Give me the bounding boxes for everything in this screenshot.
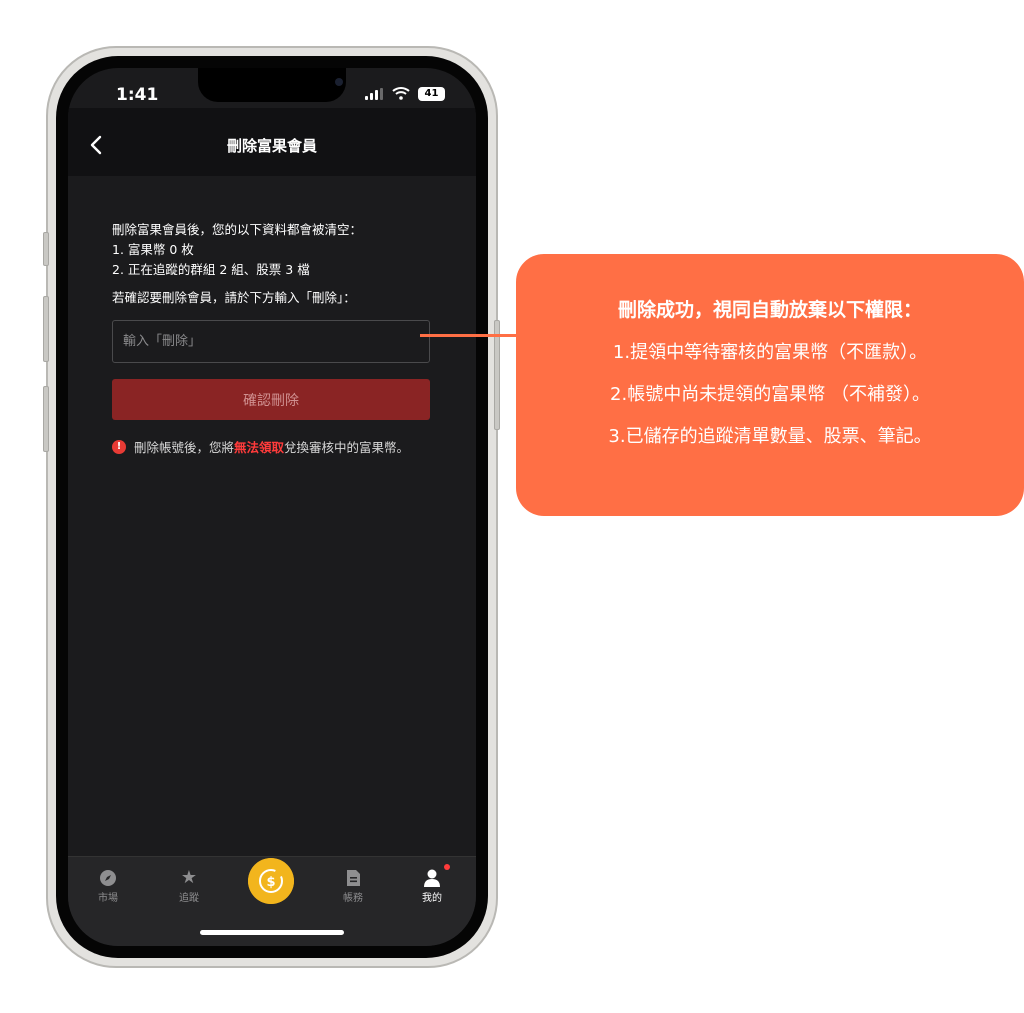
warning-prefix: 刪除帳號後，您將	[134, 440, 235, 455]
delete-confirm-input[interactable]	[112, 320, 430, 363]
confirm-delete-button[interactable]: 確認刪除	[112, 379, 430, 420]
info-intro: 刪除富果會員後，您的以下資料都會被清空：	[112, 222, 363, 237]
document-icon	[347, 870, 360, 886]
warning-suffix: 兌換審核中的富果幣。	[284, 440, 410, 455]
notification-dot	[444, 864, 450, 870]
callout-box: 刪除成功，視同自動放棄以下權限： 1.提領中等待審核的富果幣（不匯款）。 2.帳…	[516, 254, 1024, 516]
callout-line-1: 1.提領中等待審核的富果幣（不匯款）。	[612, 342, 928, 363]
tab-label: 帳務	[343, 893, 363, 904]
info-watchlist: 2. 正在追蹤的群組 2 組、股票 3 檔	[112, 262, 310, 277]
warning-highlight: 無法領取	[234, 440, 285, 455]
tab-watchlist[interactable]: ★ 追蹤	[159, 867, 219, 904]
nav-header: 刪除富果會員	[68, 108, 476, 176]
tab-label: 追蹤	[179, 893, 199, 904]
alert-icon: !	[112, 440, 126, 454]
tab-market[interactable]: 市場	[78, 867, 138, 904]
notch	[198, 68, 346, 102]
tab-account[interactable]: 帳務	[323, 867, 383, 904]
status-time: 1:41	[116, 85, 159, 105]
mute-switch	[43, 232, 49, 266]
camera-icon	[335, 78, 343, 86]
tab-me[interactable]: 我的	[402, 867, 462, 904]
person-icon	[424, 869, 440, 887]
home-indicator[interactable]	[200, 930, 344, 935]
tab-label: 我的	[422, 893, 442, 904]
coin-dollar-icon[interactable]: $	[248, 858, 294, 904]
callout-line-3: 3.已儲存的追蹤清單數量、股票、筆記。	[608, 426, 932, 447]
callout-line-2: 2.帳號中尚未提領的富果幣 （不補發）。	[610, 384, 930, 405]
callout-connector	[420, 334, 520, 337]
callout-title: 刪除成功，視同自動放棄以下權限：	[617, 299, 922, 321]
tab-label: 市場	[98, 893, 118, 904]
info-coins: 1. 富果幣 0 枚	[112, 242, 194, 257]
signal-icon	[365, 88, 383, 100]
phone-screen: 1:41 41 刪除富果會員 刪除富果會員後，您的以下資料都會被清空： 1. 富…	[68, 68, 476, 946]
page-title: 刪除富果會員	[226, 137, 317, 155]
volume-down-button	[43, 386, 49, 452]
compass-icon	[100, 870, 116, 886]
confirm-instruction: 若確認要刪除會員，請於下方輸入「刪除」：	[112, 290, 356, 305]
delete-account-content: 刪除富果會員後，您的以下資料都會被清空： 1. 富果幣 0 枚 2. 正在追蹤的…	[112, 220, 442, 458]
wifi-icon	[392, 87, 410, 100]
warning-note: ! 刪除帳號後，您將無法領取兌換審核中的富果幣。	[112, 438, 430, 458]
volume-up-button	[43, 296, 49, 362]
battery-icon: 41	[418, 87, 445, 101]
svg-text:$: $	[266, 875, 275, 890]
star-icon: ★	[180, 867, 198, 888]
